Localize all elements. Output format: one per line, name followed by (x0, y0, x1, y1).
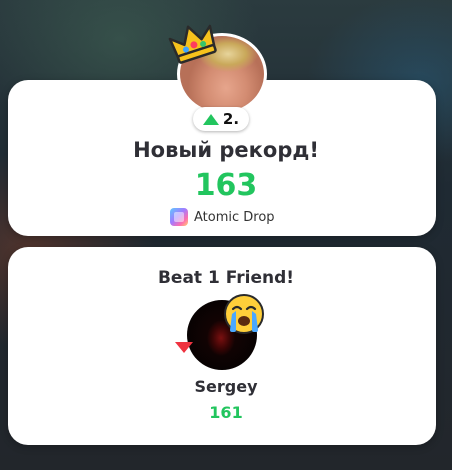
friend-score: 161 (209, 403, 243, 422)
record-score: 163 (194, 168, 258, 203)
game-icon (170, 208, 188, 226)
game-name: Atomic Drop (194, 209, 275, 225)
new-record-title: Новый рекорд! (133, 138, 319, 162)
rank-label: 2. (222, 110, 240, 128)
beat-friend-title: Beat 1 Friend! (157, 268, 295, 288)
rank-badge: 2. (193, 107, 249, 131)
rank-up-arrow-icon (202, 113, 219, 125)
friend-name: Sergey (194, 377, 258, 396)
game-info[interactable]: Atomic Drop (170, 207, 275, 227)
rank-down-arrow-icon (175, 342, 193, 353)
crying-face-icon (224, 294, 264, 334)
